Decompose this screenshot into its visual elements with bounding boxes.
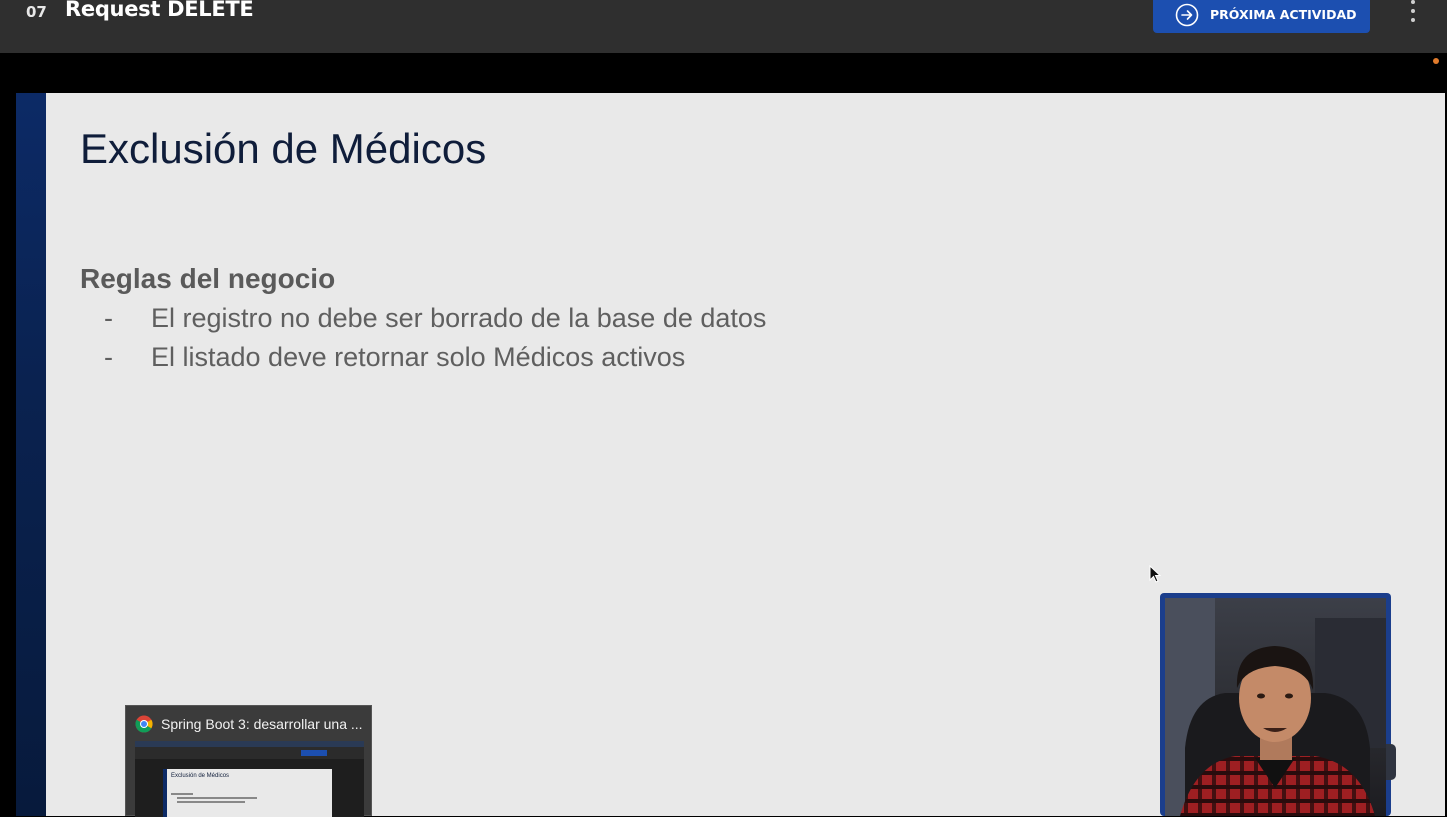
thumbnail-slide-title: Exclusión de Médicos <box>171 773 230 779</box>
arrow-right-circle-icon <box>1175 3 1199 26</box>
slide-title: Exclusión de Médicos <box>80 125 487 172</box>
rules-heading: Reglas del negocio <box>80 263 336 294</box>
preview-title: Spring Boot 3: desarrollar una ... <box>161 716 363 732</box>
notification-dot <box>1433 58 1439 64</box>
presenter-image <box>1165 598 1386 816</box>
next-activity-label: PRÓXIMA ACTIVIDAD <box>1210 7 1357 22</box>
webcam-resize-handle[interactable] <box>1386 744 1396 780</box>
slide-side-strip <box>16 93 46 816</box>
lesson-title: Request DELETE <box>65 0 254 21</box>
next-activity-button[interactable]: PRÓXIMA ACTIVIDAD <box>1153 0 1370 33</box>
mouse-cursor-icon <box>1149 565 1161 583</box>
rule-text: El listado deve retornar solo Médicos ac… <box>151 342 686 372</box>
rule-bullet: - <box>104 303 113 333</box>
lesson-number: 07 <box>26 3 47 21</box>
preview-thumbnail: Exclusión de Médicos <box>135 741 364 817</box>
webcam-video[interactable] <box>1160 593 1391 816</box>
chrome-icon <box>135 715 153 733</box>
rule-bullet: - <box>104 342 113 372</box>
top-bar: 07 Request DELETE PRÓXIMA ACTIVIDAD <box>0 0 1447 53</box>
taskbar-window-preview[interactable]: Spring Boot 3: desarrollar una ... Exclu… <box>125 705 372 817</box>
rule-text: El registro no debe ser borrado de la ba… <box>151 303 767 333</box>
more-vertical-icon[interactable] <box>1404 0 1422 22</box>
